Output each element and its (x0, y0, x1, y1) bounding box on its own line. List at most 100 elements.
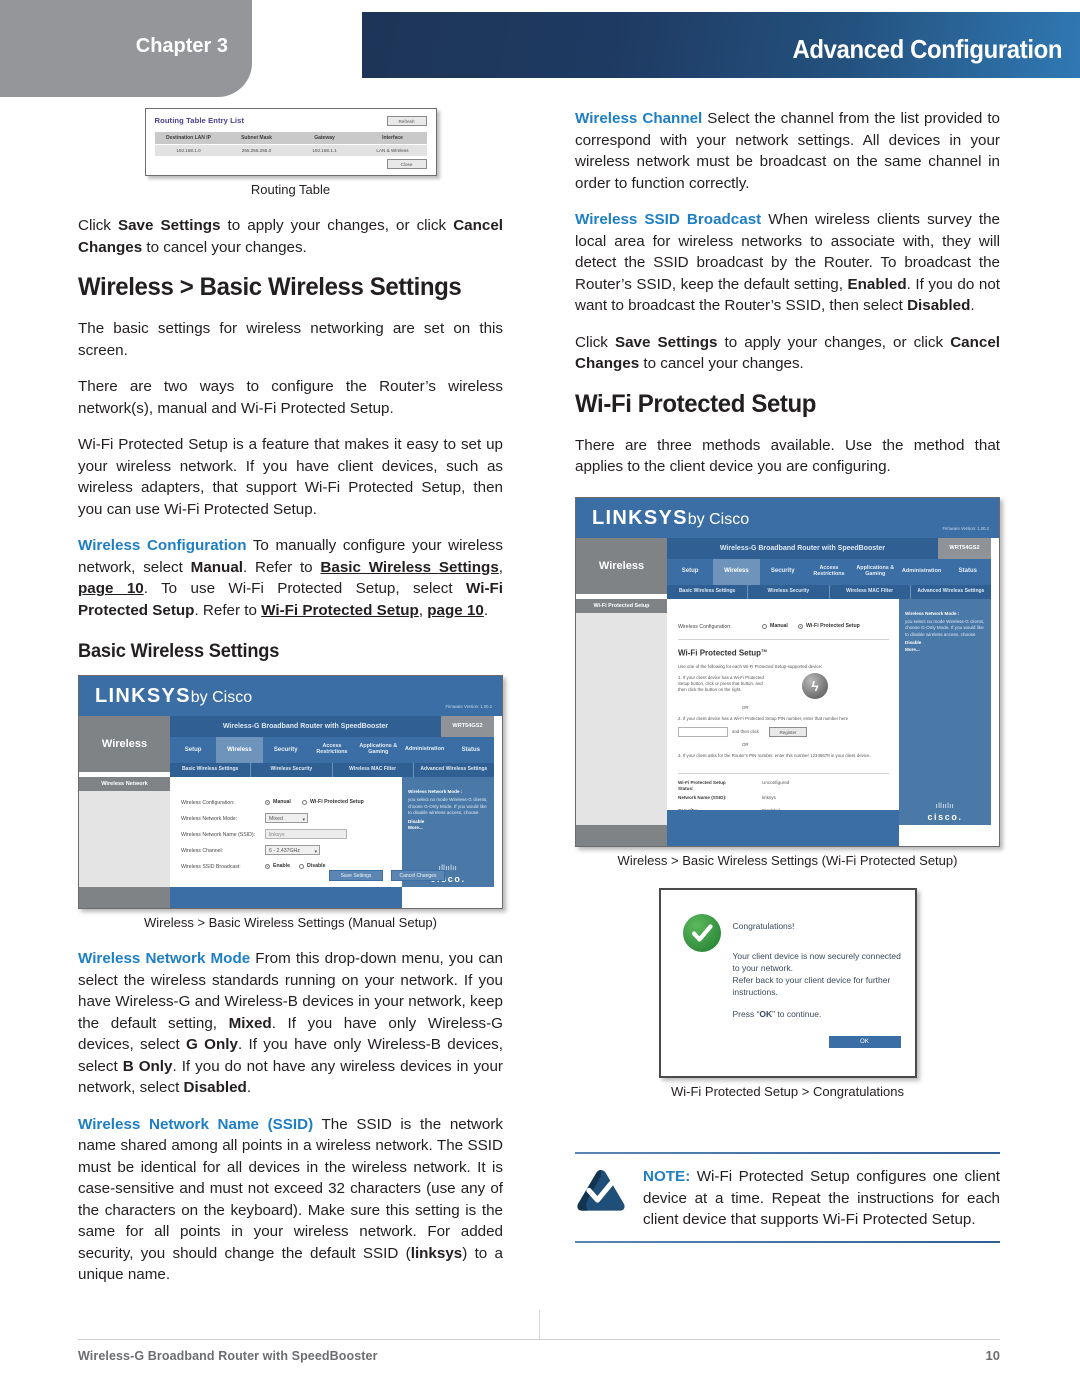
subsection-heading-basic-wireless-settings: Basic Wireless Settings (78, 641, 280, 662)
help-more-link[interactable]: More... (905, 647, 985, 653)
term-wireless-configuration: Wireless Configuration (78, 537, 247, 554)
save-settings-button[interactable]: Save Settings (329, 870, 383, 881)
figure-congratulations: Congratulations! Your client device is n… (658, 887, 917, 1078)
help-body: you select no mode Wireless-G clients, c… (408, 797, 488, 816)
tab-status[interactable]: Status (945, 559, 991, 585)
radio-manual[interactable] (265, 800, 270, 805)
figure-caption-wps-setup: Wireless > Basic Wireless Settings (Wi-F… (617, 852, 958, 868)
tab-label: Setup (184, 746, 202, 753)
help-more-link[interactable]: More... (408, 825, 488, 831)
field-label-ssid-broadcast: Wireless SSID Broadcast: (181, 864, 241, 870)
subtab-wireless-mac-filter[interactable]: Wireless MAC Filter (830, 584, 911, 599)
section-heading-wireless-basic: Wireless > Basic Wireless Settings (78, 273, 462, 301)
tab-security[interactable]: Security (760, 559, 806, 585)
radio-enable[interactable] (265, 864, 270, 869)
tab-administration[interactable]: Administration (401, 737, 447, 763)
link-wifi-protected-setup[interactable]: Wi-Fi Protected Setup (261, 602, 419, 619)
subtab-wireless-security[interactable]: Wireless Security (251, 763, 333, 777)
chevron-down-icon: ▾ (314, 849, 317, 855)
radio-wifi-protected-setup[interactable] (302, 800, 307, 805)
tab-wireless[interactable]: Wireless (216, 737, 263, 763)
paragraph-save-settings-right: Click Save Settings to apply your change… (575, 332, 1000, 375)
product-bar: Wireless-G Broadband Router with SpeedBo… (170, 716, 441, 737)
radio-wifi-protected-setup[interactable] (798, 623, 803, 629)
cell-destination-ip: 192.168.1.0 (176, 148, 201, 153)
model-badge: WRT54GS2 (441, 716, 494, 737)
input-ssid[interactable]: linksys (265, 829, 347, 839)
text-run: to cancel your changes. (639, 355, 804, 372)
register-button[interactable]: Register (769, 726, 807, 737)
status-value-1: linksys (762, 794, 776, 800)
link-page-10[interactable]: page 10 (78, 580, 144, 597)
subtab-basic-wireless-settings[interactable]: Basic Wireless Settings (170, 763, 252, 777)
routing-table-header-row: Destination LAN IP Subnet Mask Gateway I… (154, 132, 427, 144)
radio-label-manual: Manual (770, 622, 788, 629)
side-title: Wireless (576, 537, 667, 594)
tab-label: Status (958, 568, 977, 575)
tab-wireless[interactable]: Wireless (713, 558, 760, 585)
subtab-label: Basic Wireless Settings (181, 766, 239, 773)
tab-security[interactable]: Security (263, 737, 309, 763)
note-body: NOTE: Wi-Fi Protected Setup configures o… (575, 1154, 1000, 1241)
tab-label: Access Restrictions (316, 743, 348, 755)
input-wps-pin[interactable] (678, 726, 728, 737)
link-basic-wireless-settings[interactable]: Basic Wireless Settings (320, 559, 498, 576)
success-check-icon (682, 913, 721, 952)
chapter-label: Chapter 3 (135, 35, 228, 57)
tab-access-restrictions[interactable]: Access Restrictions (806, 559, 852, 585)
tab-label: Applications & Gaming (856, 564, 895, 577)
cisco-bars-icon: ıllıılıı (935, 802, 955, 810)
tab-administration[interactable]: Administration (898, 559, 944, 585)
subtab-advanced-wireless-settings[interactable]: Advanced Wireless Settings (414, 763, 494, 777)
column-divider (539, 1310, 540, 1340)
subtab-basic-wireless-settings[interactable]: Basic Wireless Settings (667, 584, 749, 599)
link-page-10-b[interactable]: page 10 (427, 602, 484, 619)
bold-disabled: Disabled (907, 297, 971, 314)
close-button[interactable]: Close (386, 159, 427, 169)
tab-applications-gaming[interactable]: Applications & Gaming (355, 737, 401, 763)
bold-ok: OK (759, 1008, 773, 1019)
figure-manual-setup: LINKSYSby Cisco Firmware Version: 1.00.2… (78, 675, 503, 909)
chevron-down-icon: ▾ (302, 817, 305, 823)
note-bottom-rule (575, 1240, 1000, 1243)
bold-mixed: Mixed (228, 1014, 272, 1032)
subtab-wireless-security[interactable]: Wireless Security (748, 584, 830, 599)
logo-text: LINKSYS (95, 685, 191, 707)
subtab-label: Wireless MAC Filter (349, 766, 397, 773)
figure-caption-congratulations: Wi-Fi Protected Setup > Congratulations (670, 1083, 905, 1099)
congrats-title: Congratulations! (732, 920, 795, 931)
router-footer-bar (667, 809, 899, 846)
text-run: ” to continue. (772, 1008, 822, 1019)
panel-title-wifi-protected-setup: Wi-Fi Protected Setup (576, 598, 667, 613)
side-title: Wireless (79, 716, 170, 772)
tab-status[interactable]: Status (448, 737, 494, 763)
radio-disable[interactable] (299, 864, 304, 869)
paragraph-wireless-configuration: Wireless Configuration To manually confi… (78, 535, 503, 621)
tab-label: Applications & Gaming (359, 743, 398, 755)
tab-setup[interactable]: Setup (667, 559, 713, 585)
right-column: Wireless Channel Select the channel from… (575, 108, 1000, 1117)
product-bar: Wireless-G Broadband Router with SpeedBo… (667, 537, 938, 559)
select-wireless-network-mode[interactable]: Mixed ▾ (265, 813, 308, 823)
help-title: Wireless Network Mode : (905, 610, 960, 616)
text-run: . To use Wi-Fi Protected Setup, select (143, 580, 467, 597)
tab-label: Access Restrictions (813, 564, 845, 577)
logo-suffix: by Cisco (190, 689, 253, 706)
ok-button[interactable]: OK (828, 1035, 901, 1048)
radio-label-disable: Disable (307, 863, 326, 869)
divider-status (678, 772, 889, 774)
help-body: you select no mode Wireless-G clients, c… (905, 618, 985, 637)
cancel-changes-button[interactable]: Cancel Changes (391, 870, 445, 881)
column-header: Subnet Mask (241, 135, 272, 141)
radio-manual[interactable] (762, 623, 767, 629)
subtab-advanced-wireless-settings[interactable]: Advanced Wireless Settings (911, 585, 991, 599)
subtab-wireless-mac-filter[interactable]: Wireless MAC Filter (333, 763, 414, 777)
tab-setup[interactable]: Setup (170, 737, 216, 763)
wps-button-icon[interactable]: ϟ (802, 672, 828, 699)
section-heading-wifi-protected-setup: Wi-Fi Protected Setup (575, 389, 817, 418)
tab-applications-gaming[interactable]: Applications & Gaming (852, 559, 898, 585)
tab-access-restrictions[interactable]: Access Restrictions (309, 737, 355, 763)
select-wireless-channel[interactable]: 6 - 2.437GHz ▾ (265, 845, 320, 855)
cisco-logo: cisco. (927, 811, 963, 822)
refresh-button[interactable]: Refresh (386, 116, 427, 126)
